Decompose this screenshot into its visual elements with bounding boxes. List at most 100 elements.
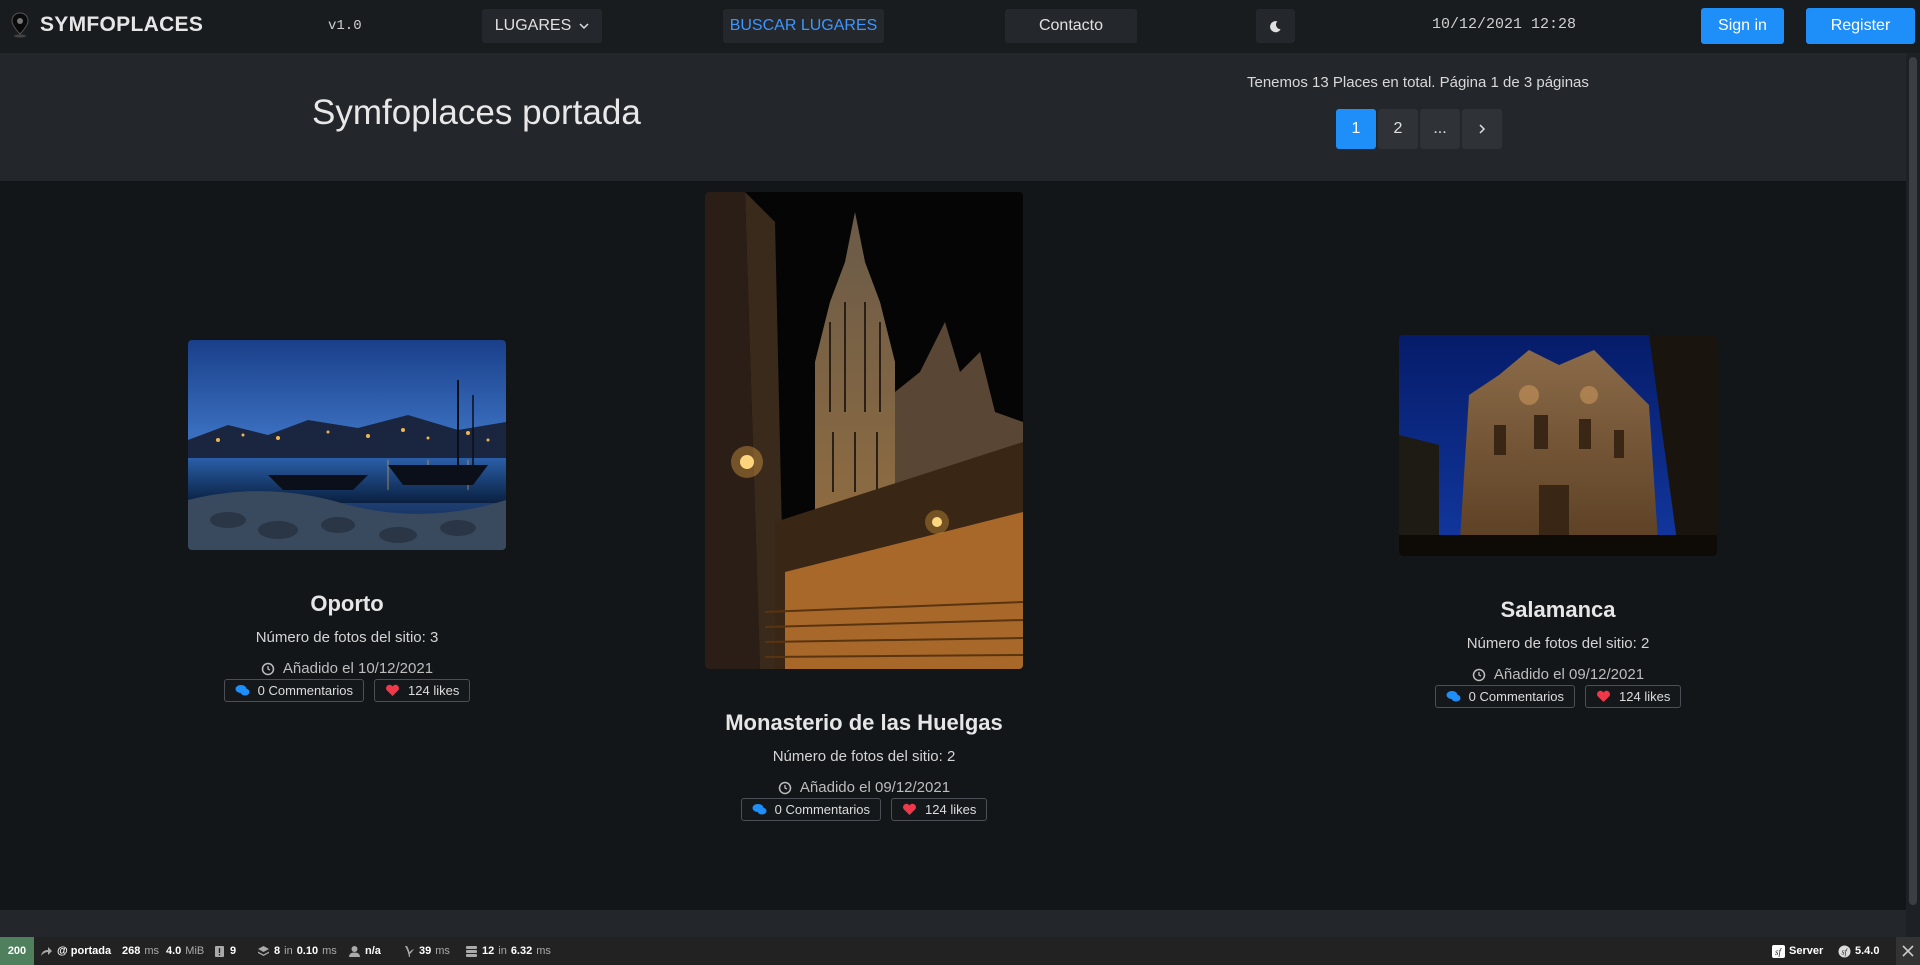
place-image-monasterio[interactable] [705, 192, 1023, 669]
badges: 0 Commentarios 124 likes [705, 798, 1023, 821]
sign-in-button[interactable]: Sign in [1701, 8, 1784, 44]
comments-badge[interactable]: 0 Commentarios [223, 679, 365, 702]
alert-icon [215, 945, 224, 957]
time-item[interactable]: 268 ms [122, 937, 159, 965]
chevron-down-icon [579, 23, 589, 30]
date-added: Añadido el 10/12/2021 [188, 660, 506, 677]
heart-icon [1597, 690, 1611, 702]
cache-in: in [284, 945, 293, 957]
route-item[interactable]: @ portada [40, 937, 111, 965]
likes-badge[interactable]: 124 likes [1585, 685, 1682, 708]
likes-badge[interactable]: 124 likes [891, 798, 988, 821]
scrollbar-thumb[interactable] [1909, 57, 1917, 905]
cache-calls: 8 [274, 945, 281, 957]
memory-item[interactable]: 4.0 MiB [166, 937, 204, 965]
comments-icon [752, 804, 767, 815]
place-card-oporto: Oporto Número de fotos del sitio: 3 Añad… [188, 340, 506, 702]
place-image-oporto[interactable] [188, 340, 506, 550]
version-label: v1.0 [328, 18, 362, 34]
db-item[interactable]: 12 in 6.32 ms [465, 937, 551, 965]
place-card-salamanca: Salamanca Número de fotos del sitio: 2 A… [1399, 335, 1717, 708]
user-icon [349, 945, 360, 957]
map-pin-icon [11, 12, 29, 38]
salamanca-photo [1399, 335, 1717, 556]
page-2-button[interactable]: 2 [1378, 109, 1418, 149]
symfony-version-item[interactable]: sf 5.4.0 [1838, 937, 1879, 965]
comments-badge[interactable]: 0 Commentarios [1434, 685, 1576, 708]
db-queries: 12 [482, 945, 495, 957]
place-title[interactable]: Monasterio de las Huelgas [705, 707, 1023, 738]
comments-count: 0 Commentarios [774, 802, 871, 817]
close-toolbar-button[interactable] [1896, 937, 1920, 965]
heart-icon [903, 803, 917, 815]
symfony-version: 5.4.0 [1855, 945, 1880, 957]
db-time: 6.32 [510, 945, 533, 957]
photo-count: Número de fotos del sitio: 3 [255, 629, 439, 646]
twig-icon [405, 945, 414, 957]
contacto-link[interactable]: Contacto [1005, 9, 1137, 43]
register-button[interactable]: Register [1806, 8, 1915, 44]
lugares-label: LUGARES [494, 17, 572, 34]
time-unit: ms [144, 945, 160, 957]
redirect-arrow-icon [41, 946, 52, 956]
cache-item[interactable]: 8 in 0.10 ms [257, 937, 337, 965]
place-title[interactable]: Salamanca [1399, 594, 1717, 625]
date-text: Añadido el 09/12/2021 [799, 779, 951, 796]
date-added: Añadido el 09/12/2021 [1399, 666, 1717, 683]
comments-icon [235, 685, 250, 696]
lugares-dropdown[interactable]: LUGARES [482, 9, 602, 43]
cache-unit: ms [322, 945, 337, 957]
route-name: @ portada [57, 945, 112, 957]
status-code[interactable]: 200 [0, 937, 34, 965]
place-card-monasterio: Monasterio de las Huelgas Número de foto… [705, 192, 1023, 821]
photo-count: Número de fotos del sitio: 2 [1466, 635, 1650, 652]
theme-toggle-button[interactable] [1256, 9, 1295, 43]
place-image-salamanca[interactable] [1399, 335, 1717, 556]
memory-value: 4.0 [166, 945, 182, 957]
page-title: Symfoplaces portada [312, 93, 641, 132]
debug-toolbar: 200 @ portada 268 ms 4.0 MiB 9 8 in 0.10… [0, 937, 1920, 965]
next-page-button[interactable] [1462, 109, 1502, 149]
close-icon [1902, 945, 1914, 957]
comments-badge[interactable]: 0 Commentarios [740, 798, 882, 821]
pagination: 1 2 ... [1336, 109, 1502, 149]
clock-icon [261, 662, 275, 675]
twig-time: 39 [419, 945, 432, 957]
likes-count: 124 likes [408, 683, 460, 698]
monasterio-photo [705, 192, 1023, 669]
buscar-lugares-link[interactable]: BUSCAR LUGARES [723, 9, 884, 43]
server-item[interactable]: sf Server [1772, 937, 1823, 965]
user-item[interactable]: n/a [348, 937, 381, 965]
symfony-icon: sf [1838, 945, 1851, 957]
db-in: in [498, 945, 507, 957]
page-1-button[interactable]: 1 [1336, 109, 1376, 149]
database-icon [466, 945, 477, 957]
date-text: Añadido el 09/12/2021 [1493, 666, 1645, 683]
badges: 0 Commentarios 124 likes [1399, 685, 1717, 708]
place-title[interactable]: Oporto [188, 588, 506, 619]
places-summary: Tenemos 13 Places en total. Página 1 de … [1247, 74, 1589, 91]
page-header: Symfoplaces portada Tenemos 13 Places en… [0, 53, 1906, 181]
symfony-logo-icon: sf [1772, 944, 1785, 958]
date-added: Añadido el 09/12/2021 [705, 779, 1023, 796]
logs-count: 9 [230, 945, 237, 957]
user-value: n/a [365, 945, 381, 957]
twig-item[interactable]: 39 ms [402, 937, 450, 965]
likes-count: 124 likes [925, 802, 977, 817]
logs-item[interactable]: 9 [213, 937, 236, 965]
brand-link[interactable]: SYMFOPLACES [10, 12, 203, 38]
likes-badge[interactable]: 124 likes [374, 679, 471, 702]
request-time: 268 [122, 945, 141, 957]
photo-count: Número de fotos del sitio: 2 [772, 748, 956, 765]
comments-icon [1446, 691, 1461, 702]
chevron-right-icon [1479, 124, 1486, 134]
memory-unit: MiB [185, 945, 205, 957]
badges: 0 Commentarios 124 likes [188, 679, 506, 702]
server-label: Server [1789, 945, 1824, 957]
page-ellipsis[interactable]: ... [1420, 109, 1460, 149]
layers-icon [258, 945, 269, 956]
db-unit: ms [536, 945, 551, 957]
comments-count: 0 Commentarios [257, 683, 354, 698]
top-navbar: SYMFOPLACES v1.0 LUGARES BUSCAR LUGARES … [0, 0, 1920, 53]
comments-count: 0 Commentarios [1468, 689, 1565, 704]
